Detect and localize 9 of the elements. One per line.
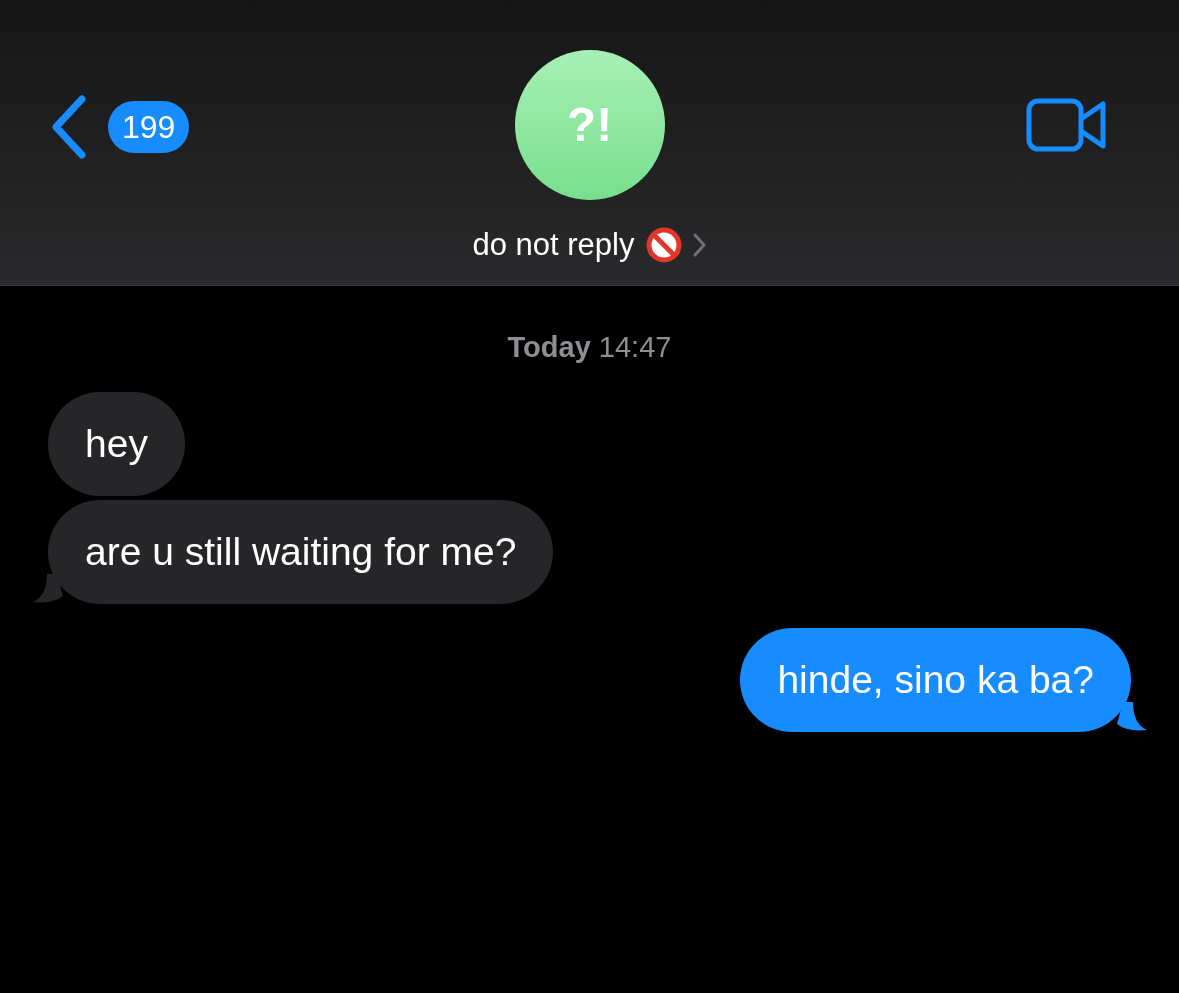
- unread-count-badge[interactable]: 199: [108, 101, 190, 153]
- video-camera-icon[interactable]: [1026, 98, 1108, 152]
- message-bubble: hinde, sino ka ba?: [740, 627, 1131, 732]
- message-bubble: are u still waiting for me?: [48, 499, 554, 604]
- message-bubble: hey: [48, 391, 185, 496]
- chevron-right-icon[interactable]: [692, 233, 707, 258]
- timestamp: Today 14:47: [507, 330, 672, 365]
- prohibited-icon: [644, 226, 683, 265]
- contact-name[interactable]: do not reply: [472, 222, 635, 269]
